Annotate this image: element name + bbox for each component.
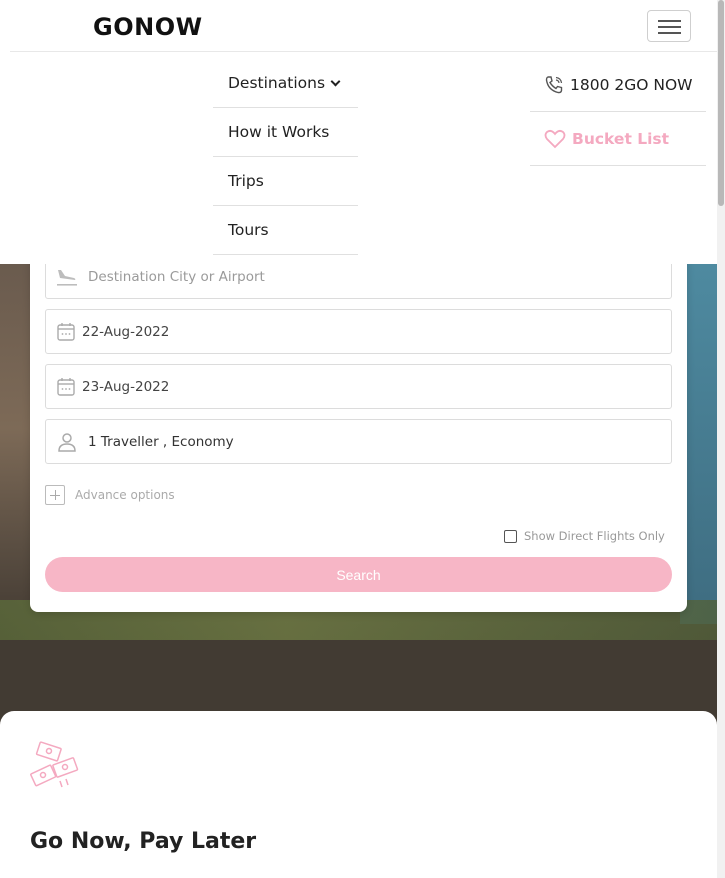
page-scrollbar[interactable] (717, 0, 725, 878)
hamburger-line (658, 20, 681, 22)
user-icon (58, 432, 76, 452)
section-title: Go Now, Pay Later (30, 829, 257, 854)
direct-flights-label: Show Direct Flights Only (524, 529, 665, 543)
depart-date-value: 22-Aug-2022 (82, 323, 170, 340)
nav-item-label: Destinations (228, 74, 326, 92)
chevron-down-icon (330, 76, 341, 86)
search-button[interactable]: Search (45, 557, 672, 592)
scrollbar-thumb[interactable] (718, 0, 724, 206)
advance-options-label: Advance options (75, 488, 175, 502)
nav-item-trips[interactable]: Trips (213, 157, 358, 206)
hamburger-menu-button[interactable] (647, 10, 691, 42)
bucket-list-link[interactable]: Bucket List (530, 112, 706, 166)
nav-menu-panel: Destinations How it Works Trips Tours 18… (0, 52, 717, 264)
phone-number: 1800 2GO NOW (570, 75, 693, 94)
nav-item-tours[interactable]: Tours (213, 206, 358, 255)
hamburger-line (658, 26, 681, 28)
flight-search-card: Destination City or Airport 22-Aug-2022 … (30, 244, 687, 612)
money-bills-icon (30, 741, 79, 788)
bucket-list-label: Bucket List (572, 129, 670, 148)
plane-landing-icon (57, 269, 77, 286)
pay-later-section: Go Now, Pay Later (0, 711, 717, 878)
phone-icon (545, 75, 563, 93)
return-date-value: 23-Aug-2022 (82, 378, 170, 395)
heart-icon (544, 129, 566, 148)
direct-flights-checkbox[interactable]: Show Direct Flights Only (504, 529, 665, 543)
calendar-icon (57, 377, 75, 396)
logo[interactable]: GONOW (93, 13, 203, 41)
plus-icon (45, 485, 65, 505)
destination-placeholder: Destination City or Airport (88, 268, 265, 285)
header: GONOW (0, 0, 717, 52)
advance-options-toggle[interactable]: Advance options (45, 485, 175, 505)
nav-item-label: Tours (228, 221, 269, 239)
depart-date-input[interactable]: 22-Aug-2022 (45, 309, 672, 354)
phone-link[interactable]: 1800 2GO NOW (530, 58, 706, 112)
nav-item-label: Trips (228, 172, 264, 190)
hamburger-line (658, 32, 681, 34)
return-date-input[interactable]: 23-Aug-2022 (45, 364, 672, 409)
travellers-input[interactable]: 1 Traveller , Economy (45, 419, 672, 464)
travellers-value: 1 Traveller , Economy (88, 433, 234, 450)
checkbox[interactable] (504, 529, 517, 543)
nav-item-how-it-works[interactable]: How it Works (213, 108, 358, 157)
nav-item-label: How it Works (228, 123, 330, 141)
nav-item-destinations[interactable]: Destinations (213, 59, 358, 108)
calendar-icon (57, 322, 75, 341)
